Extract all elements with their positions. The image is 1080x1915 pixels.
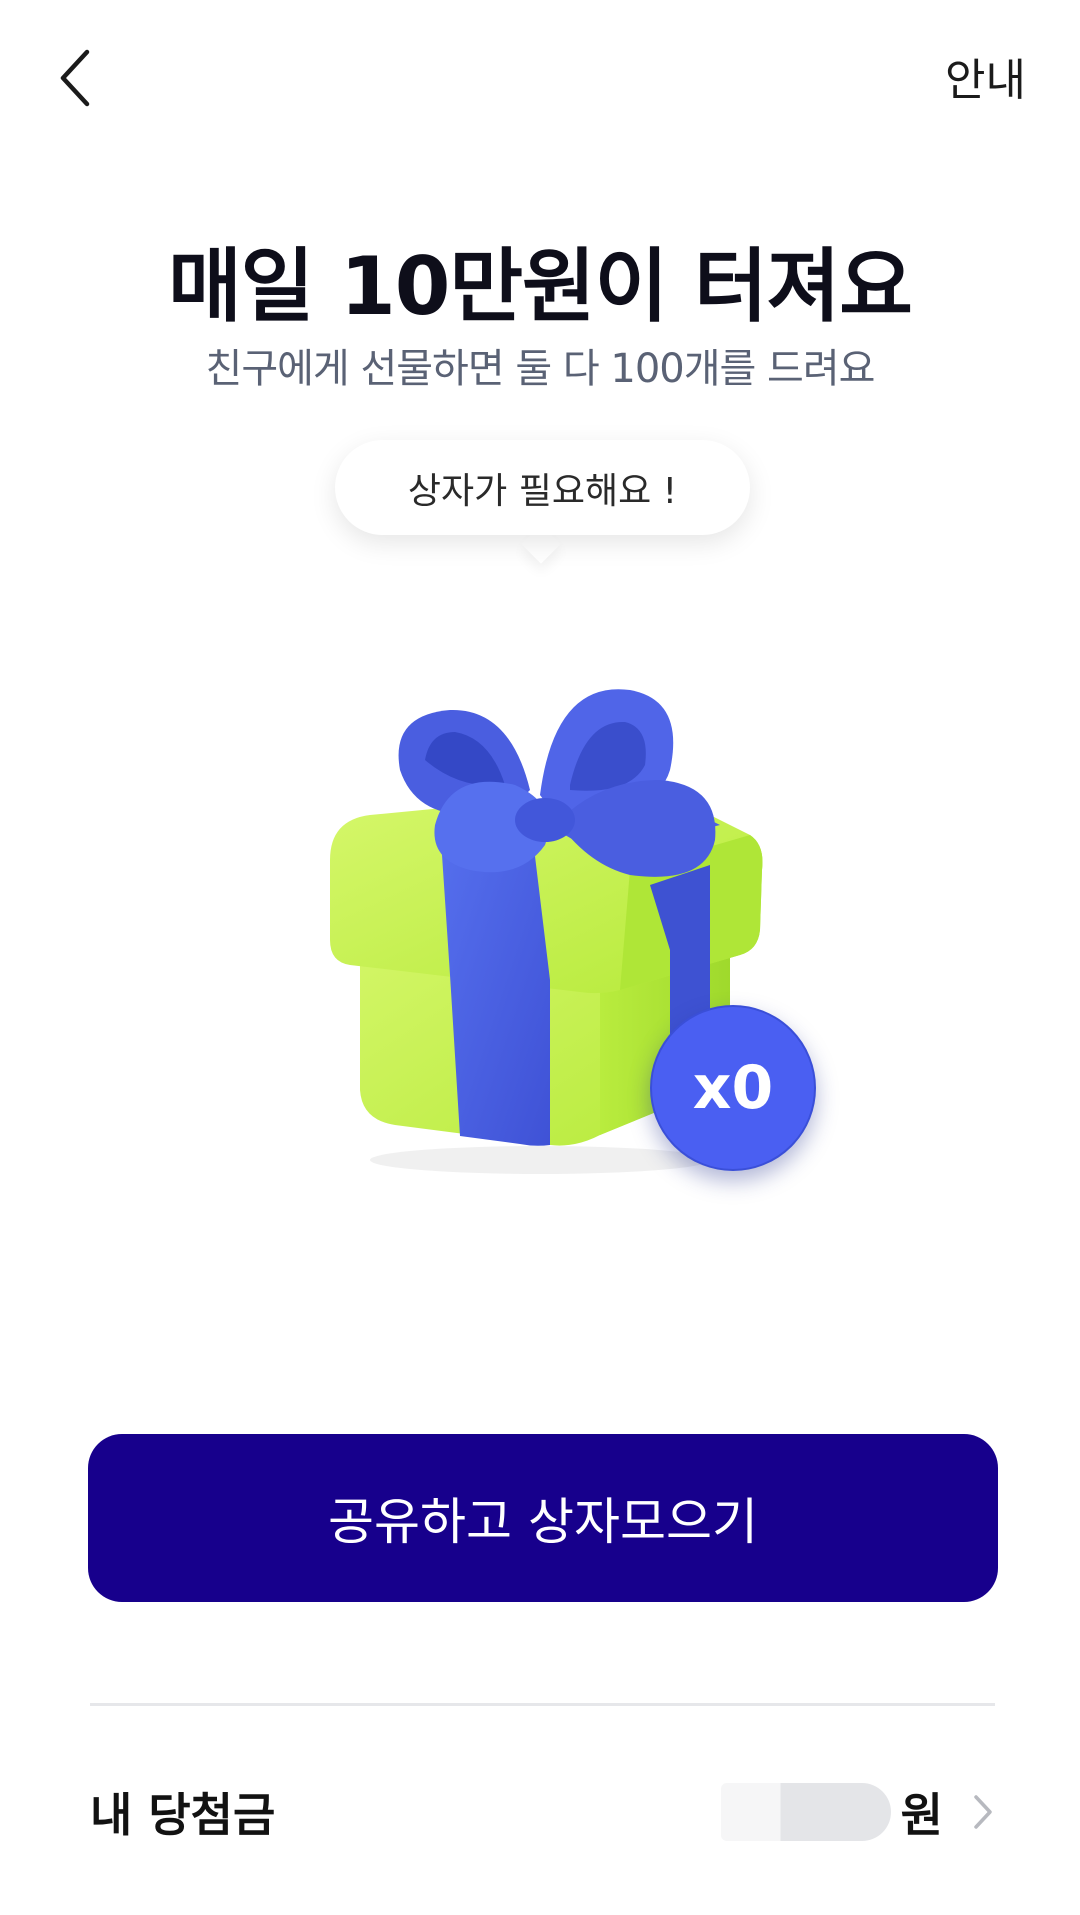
my-winnings-row[interactable]: 내 당첨금 원 <box>90 1770 995 1854</box>
section-divider <box>90 1703 995 1706</box>
page-title: 매일 10만원이 터져요 <box>168 240 913 333</box>
winnings-label: 내 당첨금 <box>90 1788 276 1842</box>
share-collect-boxes-button[interactable]: 공유하고 상자모으기 <box>88 1434 998 1602</box>
speech-bubble: 상자가 필요해요 ! <box>335 440 750 535</box>
back-button[interactable] <box>40 38 110 118</box>
page-subtitle: 친구에게 선물하면 둘 다 100개를 드려요 <box>205 346 876 392</box>
chevron-left-icon <box>60 49 90 107</box>
currency-label: 원 <box>900 1788 943 1842</box>
masked-winnings-amount <box>720 1783 891 1841</box>
chevron-right-icon <box>974 1795 992 1829</box>
info-link[interactable]: 안내 <box>945 44 1026 108</box>
box-event-screen: 안내 매일 10만원이 터져요 친구에게 선물하면 둘 다 100개를 드려요 … <box>0 0 1080 1915</box>
winnings-amount-group: 원 <box>720 1779 995 1845</box>
box-count-badge: x0 <box>650 1005 816 1171</box>
